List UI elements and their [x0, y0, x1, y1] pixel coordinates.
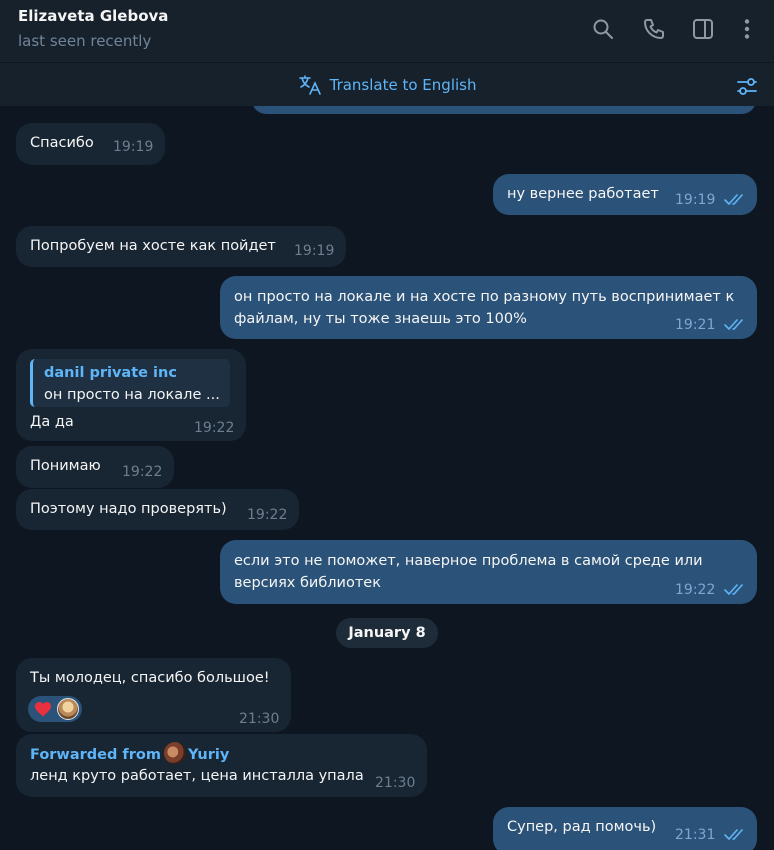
translate-button[interactable]: Translate to English — [0, 74, 774, 96]
forwarded-avatar — [163, 742, 186, 764]
message-time: 19:19 — [113, 139, 154, 155]
contact-status: last seen recently — [18, 32, 152, 50]
chat-header: Elizaveta Glebova last seen recently — [0, 0, 774, 62]
message-text: Поэтому надо проверять) — [30, 501, 227, 517]
message-bubble-outgoing[interactable]: ну вернее работает 19:19 — [493, 174, 757, 215]
message-text-line1: он просто на локале и на хосте по разном… — [234, 289, 735, 305]
message-time: 19:19 — [675, 192, 716, 208]
message-time: 19:22 — [194, 420, 235, 436]
message-time: 21:31 — [675, 827, 716, 843]
message-time: 21:30 — [239, 711, 280, 727]
message-bubble-partial[interactable] — [252, 106, 756, 114]
message-text: Ты молодец, спасибо большое! — [30, 670, 270, 686]
more-vert-icon[interactable] — [735, 17, 759, 41]
message-time: 19:22 — [122, 464, 163, 480]
sidebar-toggle-icon[interactable] — [691, 17, 715, 41]
phone-icon[interactable] — [642, 17, 666, 41]
message-time: 19:19 — [294, 243, 335, 259]
message-time: 19:21 — [675, 317, 716, 333]
message-bubble-outgoing[interactable]: Супер, рад помочь) 21:31 — [493, 807, 757, 850]
message-bubble-incoming[interactable]: Поэтому надо проверять) 19:22 — [16, 489, 299, 530]
message-text: ленд круто работает, цена инсталла упала — [30, 768, 364, 784]
message-bubble-incoming[interactable]: Попробуем на хосте как пойдет 19:19 — [16, 226, 346, 267]
reactor-avatar — [57, 698, 79, 720]
heart-reaction-icon — [33, 699, 53, 719]
message-text: Супер, рад помочь) — [507, 819, 657, 835]
double-check-icon — [724, 319, 746, 331]
message-text: Попробуем на хосте как пойдет — [30, 238, 276, 254]
double-check-icon — [724, 194, 746, 206]
reply-snippet: он просто на локале ... — [44, 387, 220, 403]
message-text: Спасибо — [30, 135, 94, 151]
message-list[interactable]: Спасибо 19:19 ну вернее работает 19:19 П… — [0, 106, 774, 850]
message-time: 19:22 — [247, 507, 288, 523]
message-bubble-incoming[interactable]: Понимаю 19:22 — [16, 446, 174, 488]
translate-bar: Translate to English — [0, 62, 774, 106]
message-text: Понимаю — [30, 458, 101, 474]
reactions-bar[interactable] — [28, 696, 82, 722]
message-text: Да да — [30, 414, 74, 430]
date-separator: January 8 — [336, 618, 438, 648]
message-time: 21:30 — [375, 775, 416, 791]
forwarded-header[interactable]: Forwarded from Yuriy — [30, 742, 229, 766]
message-bubble-incoming[interactable]: Ты молодец, спасибо большое! 21:30 — [16, 658, 291, 732]
translate-label: Translate to English — [329, 76, 477, 94]
message-bubble-forwarded[interactable]: Forwarded from Yuriy ленд круто работает,… — [16, 734, 427, 797]
filter-settings-icon[interactable] — [735, 74, 759, 98]
reply-author: danil private inc — [44, 365, 177, 381]
message-text-line2: версиях библиотек — [234, 575, 381, 591]
double-check-icon — [724, 829, 746, 841]
message-time: 19:22 — [675, 582, 716, 598]
message-text: ну вернее работает — [507, 186, 659, 202]
search-icon[interactable] — [591, 17, 615, 41]
double-check-icon — [724, 584, 746, 596]
forwarded-prefix: Forwarded from — [30, 747, 161, 763]
message-text-line1: если это не поможет, наверное проблема в… — [234, 553, 703, 569]
message-bubble-incoming-reply[interactable]: danil private inc он просто на локале ..… — [16, 349, 246, 441]
message-bubble-outgoing[interactable]: он просто на локале и на хосте по разном… — [220, 276, 757, 339]
translate-icon — [298, 74, 322, 96]
contact-name[interactable]: Elizaveta Glebova — [18, 7, 168, 25]
reply-quote[interactable]: danil private inc он просто на локале ..… — [30, 359, 230, 407]
message-bubble-incoming[interactable]: Спасибо 19:19 — [16, 123, 165, 165]
message-text-line2: файлам, ну ты тоже знаешь это 100% — [234, 311, 527, 327]
message-bubble-outgoing[interactable]: если это не поможет, наверное проблема в… — [220, 540, 757, 604]
forwarded-author: Yuriy — [187, 747, 230, 763]
